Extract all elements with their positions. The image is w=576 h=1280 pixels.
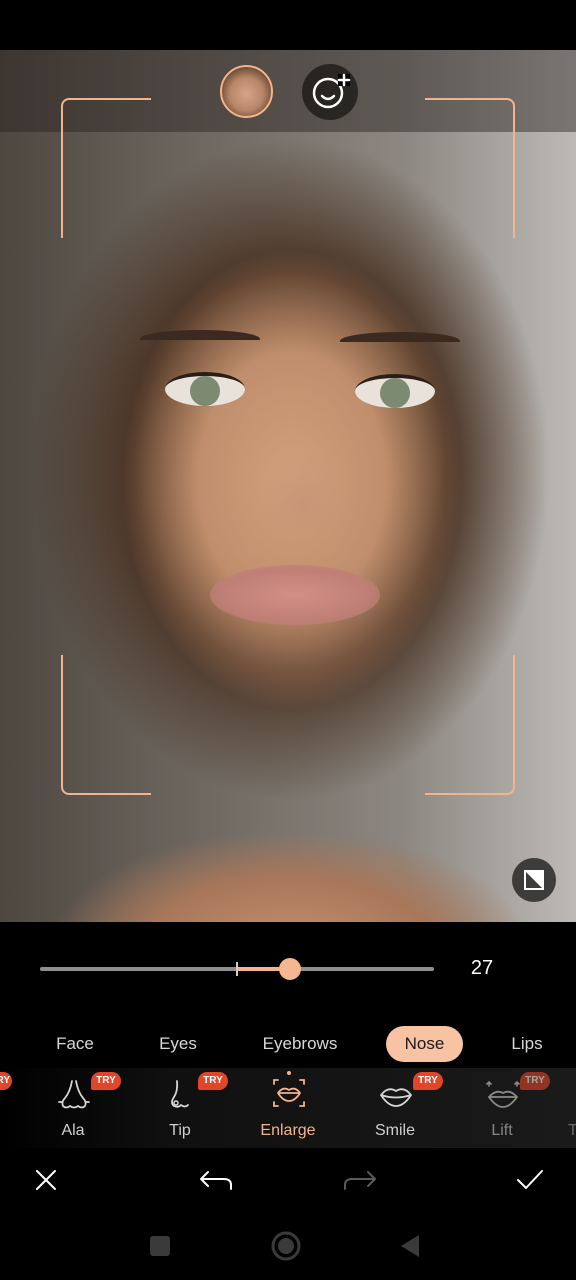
tool-lift[interactable]: TRY Lift <box>457 1068 550 1148</box>
slider-value: 27 <box>470 957 494 979</box>
intensity-slider[interactable] <box>40 956 434 982</box>
frame-corner-bottom-right <box>425 655 515 795</box>
undo-button[interactable] <box>194 1158 238 1202</box>
slider-thumb[interactable] <box>279 958 302 980</box>
circle-nav-icon <box>271 1231 301 1261</box>
try-badge: TRY <box>91 1072 121 1090</box>
right-eyebrow <box>340 332 460 350</box>
check-icon <box>517 1170 543 1189</box>
redo-button[interactable] <box>338 1158 382 1202</box>
photo-canvas[interactable] <box>0 50 576 922</box>
tool-label: Enlarge <box>260 1122 316 1139</box>
lips-lift-icon <box>486 1080 520 1108</box>
tool-label-partial: T <box>568 1122 576 1139</box>
tool-label: Lift <box>491 1122 513 1139</box>
tab-face[interactable]: Face <box>40 1026 110 1062</box>
nose <box>258 450 348 530</box>
compare-button[interactable] <box>512 858 556 902</box>
tool-ala[interactable]: TRY Ala <box>28 1068 121 1148</box>
frame-corner-top-left <box>61 98 151 238</box>
close-icon <box>36 1170 56 1190</box>
detected-face-thumbnail[interactable] <box>220 65 273 118</box>
tab-lips[interactable]: Lips <box>497 1026 557 1062</box>
try-badge: TRY <box>520 1072 550 1090</box>
try-badge: TRY <box>413 1072 443 1090</box>
tool-smile[interactable]: TRY Smile <box>350 1068 443 1148</box>
left-iris <box>190 376 220 406</box>
left-eyebrow <box>140 330 260 348</box>
compare-icon <box>524 870 544 890</box>
cancel-button[interactable] <box>24 1158 68 1202</box>
tool-label: Smile <box>374 1122 415 1139</box>
try-badge: TRY <box>198 1072 228 1090</box>
nose-tip-icon <box>171 1080 189 1108</box>
lips <box>210 565 380 625</box>
right-iris <box>380 378 410 408</box>
undo-icon <box>200 1171 232 1190</box>
square-nav-icon <box>150 1236 170 1256</box>
lips-enlarge-icon <box>273 1071 305 1107</box>
tool-label: Ala <box>61 1122 85 1139</box>
add-face-button[interactable] <box>302 64 358 120</box>
home-nav-button[interactable] <box>268 1228 304 1264</box>
frame-corner-bottom-left <box>61 655 151 795</box>
category-tabs: Face Eyes Eyebrows Nose Lips <box>0 1026 576 1062</box>
tool-row: TRY TRY Ala TRY Tip Enlarge TRY Smile <box>0 1068 576 1148</box>
tab-nose[interactable]: Nose <box>386 1026 463 1062</box>
tab-eyebrows[interactable]: Eyebrows <box>250 1026 350 1062</box>
confirm-button[interactable] <box>508 1158 552 1202</box>
frame-corner-top-right <box>425 98 515 238</box>
tool-label: Tip <box>169 1122 191 1139</box>
back-nav-button[interactable] <box>392 1228 428 1264</box>
tool-enlarge[interactable]: Enlarge <box>243 1068 333 1148</box>
tool-tip[interactable]: TRY Tip <box>135 1068 228 1148</box>
slider-center-tick <box>236 962 238 976</box>
triangle-nav-icon <box>401 1235 419 1257</box>
nose-ala-icon <box>58 1080 90 1109</box>
redo-icon <box>344 1171 376 1190</box>
recents-nav-button[interactable] <box>142 1228 178 1264</box>
add-face-icon <box>312 73 351 109</box>
lips-smile-icon <box>380 1088 412 1107</box>
tab-eyes[interactable]: Eyes <box>143 1026 213 1062</box>
